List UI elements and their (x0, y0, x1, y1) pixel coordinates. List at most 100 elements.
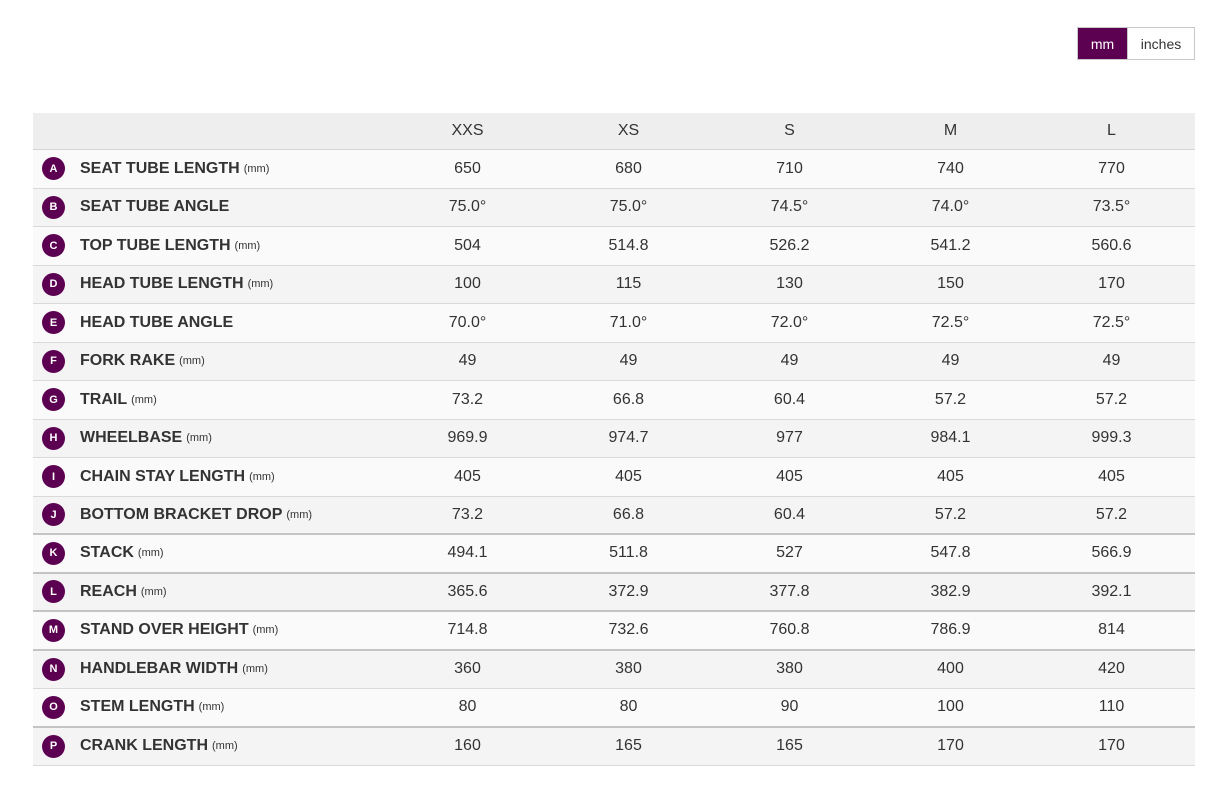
mm-button[interactable]: mm (1078, 28, 1127, 59)
value-cell-l: 73.5° (1092, 198, 1131, 216)
value-cell-xxs: 49 (458, 352, 477, 370)
letter-badge: G (42, 388, 65, 412)
value-cell-s: 165 (776, 737, 803, 755)
letter-badge: E (42, 311, 65, 335)
value-cell-xxs: 360 (454, 660, 481, 678)
value-cell-m: 541.2 (930, 236, 971, 254)
value-cell-l: 49 (1102, 352, 1121, 370)
value-cell-l: 170 (1098, 275, 1125, 293)
measurement-name: SEAT TUBE LENGTH (80, 159, 240, 177)
letter-badge: F (42, 349, 65, 373)
measurement-unit: (mm) (198, 701, 225, 714)
size-header-xxs: XXS (451, 122, 484, 139)
value-cell-s: 60.4 (773, 390, 806, 408)
value-cell-xs: 66.8 (612, 390, 645, 408)
size-header-xs: XS (617, 122, 640, 139)
measurement-name: HEAD TUBE ANGLE (80, 313, 234, 331)
measurement-name: STAND OVER HEIGHT (80, 621, 249, 639)
table-header: XXS XS S M L (33, 113, 1195, 150)
table-row: C TOP TUBE LENGTH (mm) 504 514.8 526.2 541.2 56… (33, 227, 1195, 266)
value-cell-l: 999.3 (1091, 429, 1132, 447)
value-cell-s: 72.0° (770, 313, 809, 331)
measurement-unit: (mm) (252, 624, 279, 637)
measurement-unit: (mm) (212, 740, 238, 753)
value-cell-xs: 71.0° (609, 313, 648, 331)
table-row: E HEAD TUBE ANGLE 70.0° 71.0° 72.0° 72.5° 72.5… (33, 304, 1195, 343)
value-cell-l: 566.9 (1091, 544, 1132, 562)
measurement-name: FORK RAKE (80, 352, 176, 370)
measurement-name: CRANK LENGTH (80, 737, 208, 755)
value-cell-xs: 380 (615, 660, 642, 678)
value-cell-l: 57.2 (1095, 390, 1128, 408)
size-header-m: M (943, 122, 958, 139)
value-cell-xxs: 70.0° (448, 313, 487, 331)
value-cell-xs: 732.6 (608, 621, 649, 639)
value-cell-xs: 66.8 (612, 505, 645, 523)
letter-badge: L (42, 580, 65, 604)
value-cell-l: 170 (1098, 737, 1125, 755)
table-row: P CRANK LENGTH (mm) 160 165 165 170 170 (33, 727, 1195, 766)
row-label: N HANDLEBAR WIDTH (mm) (33, 657, 387, 681)
value-cell-m: 57.2 (934, 390, 967, 408)
value-cell-s: 760.8 (769, 621, 810, 639)
row-label: C TOP TUBE LENGTH (mm) (33, 234, 387, 258)
value-cell-s: 74.5° (770, 198, 809, 216)
value-cell-s: 130 (776, 275, 803, 293)
value-cell-m: 400 (937, 660, 964, 678)
value-cell-m: 150 (937, 275, 964, 293)
letter-badge: M (42, 618, 65, 642)
value-cell-s: 710 (776, 159, 803, 177)
value-cell-xxs: 73.2 (451, 390, 484, 408)
row-label: K STACK (mm) (33, 541, 387, 565)
value-cell-xxs: 969.9 (447, 429, 488, 447)
value-cell-s: 977 (776, 429, 803, 447)
row-label: E HEAD TUBE ANGLE (33, 311, 387, 335)
measurement-name: SEAT TUBE ANGLE (80, 198, 230, 216)
row-label: M STAND OVER HEIGHT (mm) (33, 618, 387, 642)
value-cell-s: 380 (776, 660, 803, 678)
table-row: G TRAIL (mm) 73.2 66.8 60.4 57.2 57.2 (33, 381, 1195, 420)
size-header-s: S (784, 122, 795, 139)
measurement-name: REACH (80, 582, 137, 600)
row-label: G TRAIL (mm) (33, 388, 387, 412)
value-cell-m: 100 (937, 698, 964, 716)
measurement-unit: (mm) (131, 393, 157, 406)
value-cell-m: 382.9 (930, 582, 971, 600)
value-cell-m: 57.2 (934, 505, 967, 523)
value-cell-m: 786.9 (930, 621, 971, 639)
letter-badge: B (42, 195, 65, 219)
measurement-unit: (mm) (137, 547, 164, 560)
value-cell-xxs: 75.0° (448, 198, 487, 216)
value-cell-xs: 165 (615, 737, 642, 755)
value-cell-xxs: 80 (458, 698, 477, 716)
size-header-l: L (1107, 122, 1116, 139)
row-label: H WHEELBASE (mm) (33, 426, 387, 450)
row-label: A SEAT TUBE LENGTH (mm) (33, 157, 387, 181)
table-body: A SEAT TUBE LENGTH (mm) 650 680 710 740 770 B SEA… (33, 150, 1195, 766)
row-label: B SEAT TUBE ANGLE (33, 195, 387, 219)
measurement-unit: (mm) (243, 162, 270, 175)
value-cell-l: 72.5° (1092, 313, 1131, 331)
table-row: I CHAIN STAY LENGTH (mm) 405 405 405 405 405 (33, 458, 1195, 497)
letter-badge: J (42, 503, 65, 527)
table-row: F FORK RAKE (mm) 49 49 49 49 49 (33, 342, 1195, 381)
value-cell-l: 560.6 (1091, 236, 1132, 254)
row-label: L REACH (mm) (33, 580, 387, 604)
inches-button[interactable]: inches (1127, 28, 1194, 59)
value-cell-s: 49 (780, 352, 799, 370)
value-cell-l: 392.1 (1091, 582, 1132, 600)
row-label: F FORK RAKE (mm) (33, 349, 387, 373)
letter-badge: A (42, 157, 65, 181)
value-cell-xs: 514.8 (608, 236, 649, 254)
letter-badge: H (42, 426, 65, 450)
value-cell-s: 60.4 (773, 505, 806, 523)
value-cell-m: 49 (941, 352, 960, 370)
value-cell-l: 814 (1098, 621, 1125, 639)
value-cell-xxs: 494.1 (447, 544, 488, 562)
value-cell-l: 57.2 (1095, 505, 1128, 523)
table-row: J BOTTOM BRACKET DROP (mm) 73.2 66.8 60.4 57.2… (33, 496, 1195, 535)
value-cell-xs: 49 (619, 352, 638, 370)
value-cell-m: 72.5° (931, 313, 970, 331)
measurement-name: TRAIL (80, 390, 128, 408)
table-row: A SEAT TUBE LENGTH (mm) 650 680 710 740 770 (33, 150, 1195, 189)
